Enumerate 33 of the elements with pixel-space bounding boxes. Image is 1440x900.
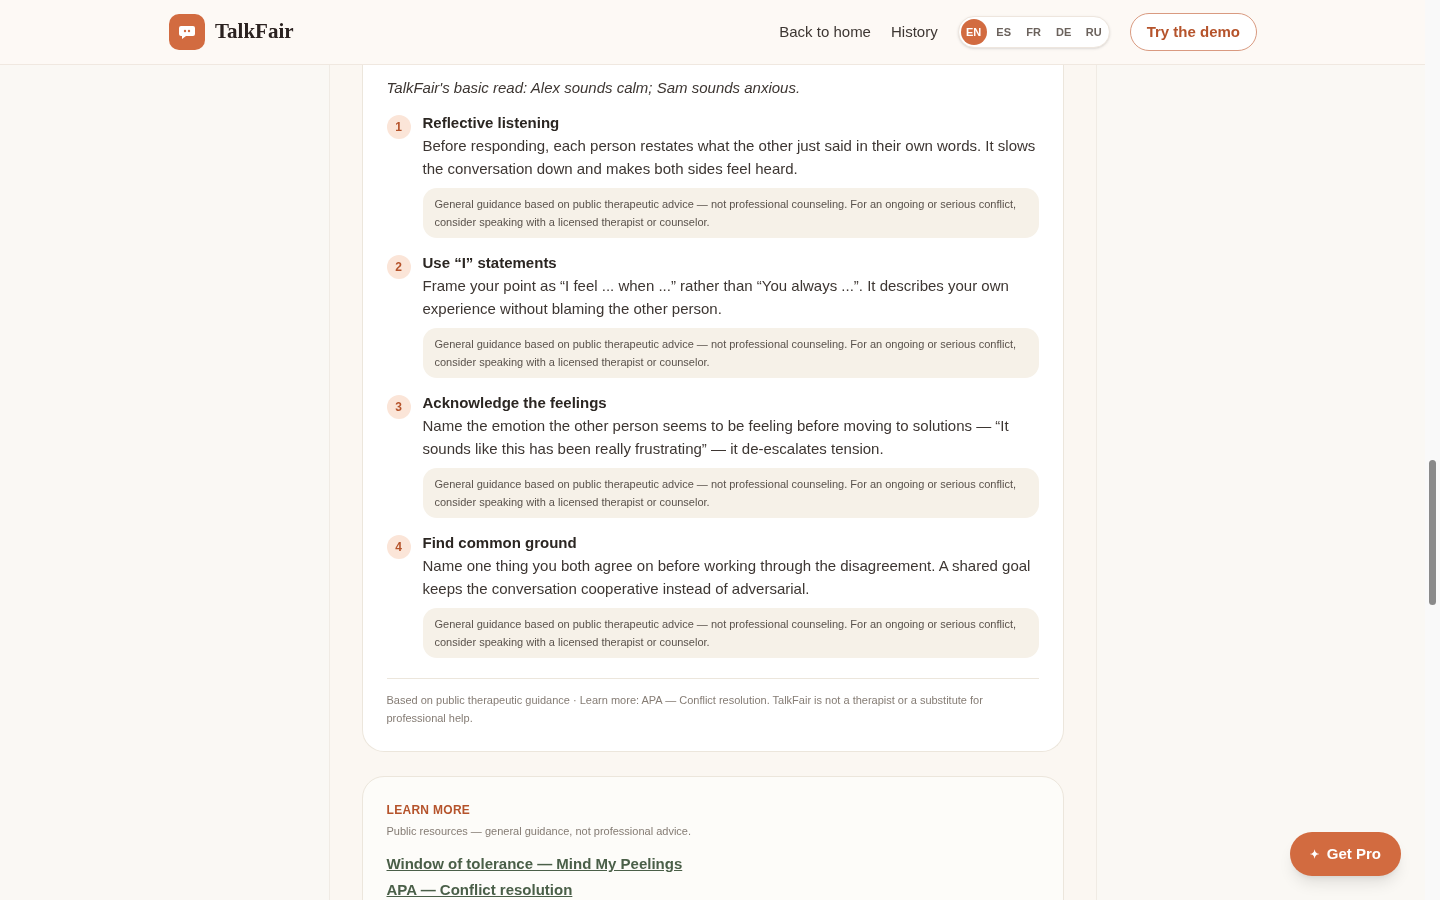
nav-link[interactable]: History	[890, 20, 938, 44]
step-description: Before responding, each person restates what the other just said in their own words. It slows the conversation down and makes both sides feel heard.	[422, 135, 1037, 179]
step-number: 3	[386, 394, 411, 419]
nav-link[interactable]: Back to home	[779, 20, 871, 44]
disclaimer-note: General guidance based on public therapeutic advice — not professional counseling. For an ongoing or serious conflict, consider speaking with a licensed therapist or counselor.	[422, 467, 1039, 518]
disclaimer-note: General guidance based on public therapeutic advice — not professional counseling. For an ongoing or serious conflict, consider speaking with a licensed therapist or counselor.	[422, 327, 1039, 378]
section-subtitle: Public resources — general guidance, not professional advice.	[386, 823, 692, 839]
step-description: Name one thing you both agree on before working through the disagreement. A shared goal keeps the conversation cooperative instead of adversarial.	[422, 555, 1032, 599]
brand-name: TalkFair	[215, 18, 294, 46]
step-description: Name the emotion the other person seems to be feeling before moving to solutions — “It sounds like this has been really frustrating” — it de-escalates tension.	[422, 415, 1010, 459]
chat-bubble-logo-icon	[169, 14, 205, 50]
language-option[interactable]: RU	[1080, 19, 1107, 45]
resource-link[interactable]: APA — Conflict resolution	[386, 877, 573, 900]
disclaimer-note: General guidance based on public therapeutic advice — not professional counseling. For an ongoing or serious conflict, consider speaking with a licensed therapist or counselor.	[422, 607, 1039, 658]
get-pro-button[interactable]: ✦ Get Pro	[1289, 832, 1401, 876]
section-heading: LEARN MORE	[386, 801, 472, 819]
step-number: 1	[386, 114, 411, 139]
disclaimer-note: General guidance based on public therapeutic advice — not professional counseling. For an ongoing or serious conflict, consider speaking with a licensed therapist or counselor.	[422, 187, 1039, 238]
language-option[interactable]: FR	[1020, 19, 1047, 45]
source-footnote: Based on public therapeutic guidance · Learn more: APA — Conflict resolution. TalkFair is not a therapist or a substitute for professional help.	[386, 692, 984, 726]
step-number: 4	[386, 534, 411, 559]
basic-read: TalkFair's basic read: Alex sounds calm; Sam sounds anxious.	[386, 78, 802, 98]
language-option[interactable]: ES	[990, 19, 1017, 45]
step-title: Find common ground	[422, 532, 578, 553]
try-demo-button[interactable]: Try the demo	[1129, 13, 1257, 51]
step-number: 2	[386, 254, 411, 279]
step-title: Reflective listening	[422, 112, 561, 133]
step-description: Frame your point as “I feel ... when ...” rather than “You always ...”. It describes your own experience without blaming the other person.	[422, 275, 1010, 319]
step-title: Acknowledge the feelings	[422, 392, 608, 413]
language-option[interactable]: EN	[960, 19, 987, 45]
step-title: Use “I” statements	[422, 252, 558, 273]
language-option[interactable]: DE	[1050, 19, 1077, 45]
resource-link[interactable]: Window of tolerance — Mind My Peelings	[386, 851, 683, 877]
